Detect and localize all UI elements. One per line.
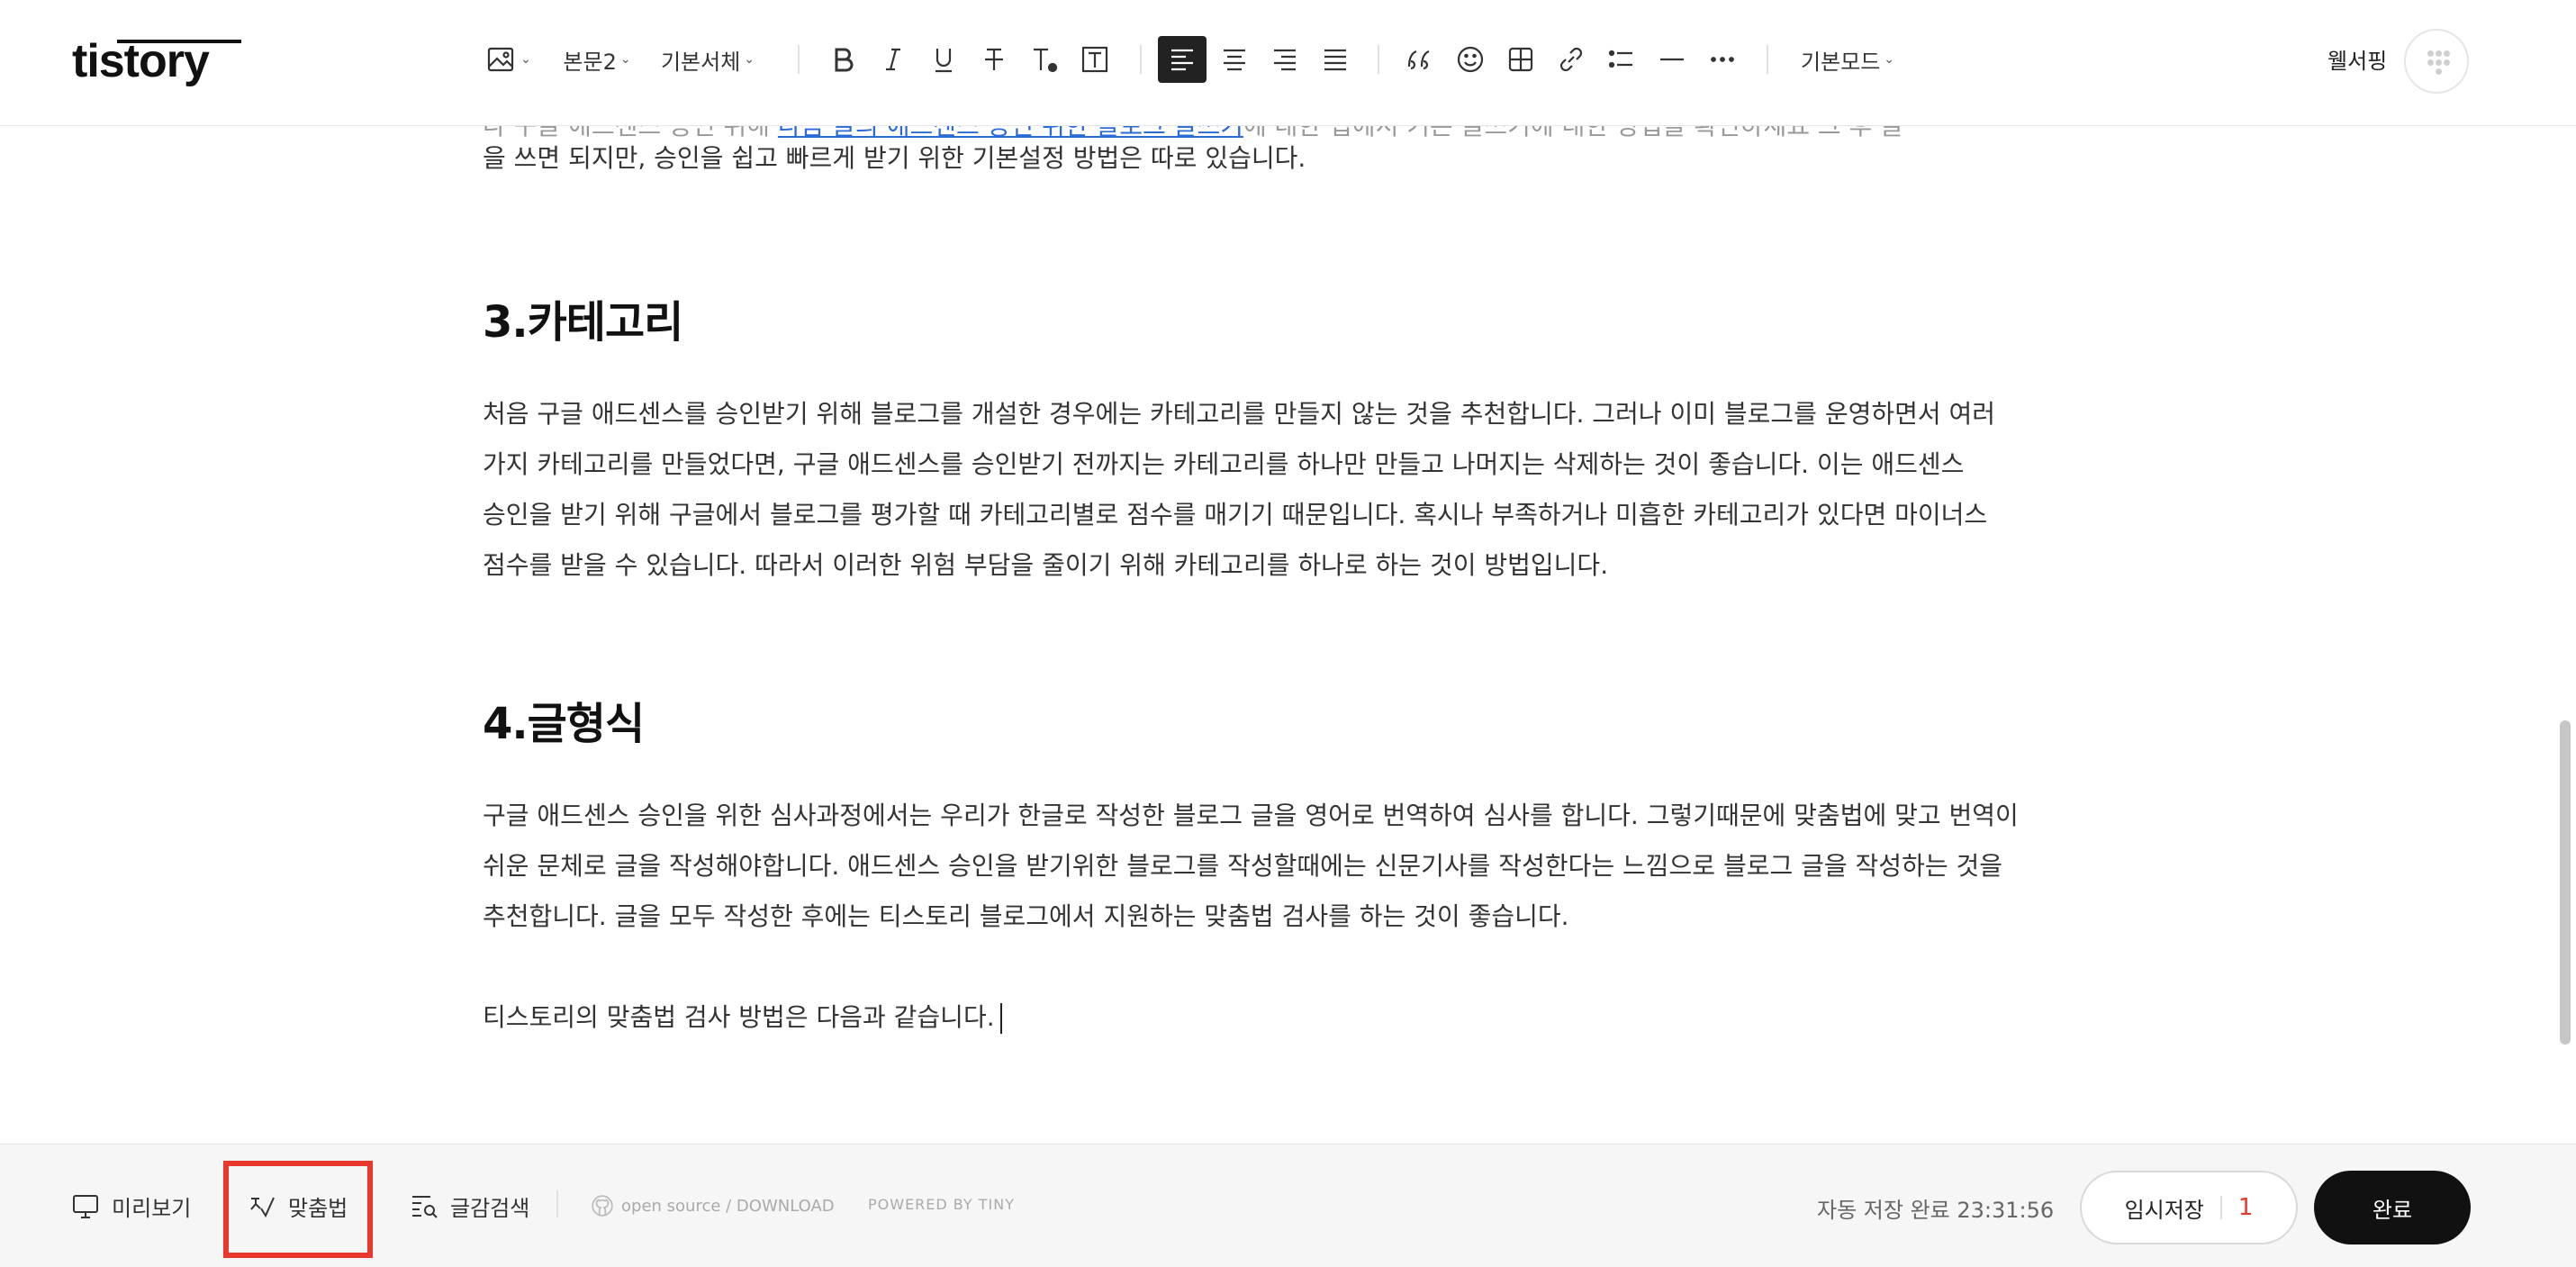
table-button[interactable] (1498, 36, 1543, 83)
editor-mode-label: 기본모드 (1800, 49, 1881, 75)
quote-icon (1407, 50, 1430, 70)
username: 웰서핑 (2327, 49, 2388, 74)
scrollbar-thumb[interactable] (2560, 720, 2571, 1045)
italic-icon (886, 48, 900, 71)
strikethrough-icon (985, 48, 1003, 70)
table-icon (1508, 47, 1533, 72)
paragraph-format: 구글 애드센스 승인을 위한 심사과정에서는 우리가 한글로 작성한 블로그 글… (483, 801, 2019, 931)
font-family-select[interactable]: 기본서체 ⌄ (655, 36, 760, 83)
editor-mode-select[interactable]: 기본모드 ⌄ (1794, 36, 1902, 83)
opensource-label: open source / DOWNLOAD (621, 1196, 835, 1216)
underline-icon (935, 49, 952, 73)
tistory-logo[interactable]: tistory (72, 34, 241, 88)
editor-toolbar: tistory ⌄ 본문2 ⌄ 기본서체 ⌄ 기본모드 ⌄ 웰서핑 (0, 0, 2576, 126)
strikethrough-button[interactable] (972, 36, 1016, 83)
paragraph-last: 티스토리의 맞춤법 검사 방법은 다음과 같습니다. (483, 992, 2031, 1043)
content-search-label: 글감검색 (450, 1195, 530, 1221)
link-button[interactable] (1549, 36, 1594, 83)
more-icon (1711, 57, 1734, 62)
insert-image-button[interactable]: ⌄ (483, 36, 533, 83)
link-icon (1559, 47, 1583, 72)
align-center-icon (1224, 49, 1245, 71)
publish-label: 완료 (2372, 1197, 2413, 1223)
editor-content[interactable]: 다 구글 애드센스 승인 위해 다음 글의 애드센스 승인 위한 블로그 글쓰기… (483, 126, 2031, 1144)
align-justify-button[interactable] (1313, 36, 1358, 83)
align-justify-icon (1324, 49, 1346, 71)
draft-count[interactable]: 1 (2238, 1194, 2254, 1221)
more-button[interactable] (1700, 36, 1745, 83)
autosave-status: 자동 저장 완료 23:31:56 (1817, 1198, 2055, 1223)
search-doc-icon (412, 1196, 438, 1218)
align-left-icon (1171, 49, 1193, 71)
align-right-button[interactable] (1262, 36, 1307, 83)
section-heading-format: 4.글형식 (483, 699, 645, 749)
text-color-button[interactable] (1023, 36, 1066, 83)
text-cursor (999, 1003, 1002, 1034)
emoji-icon (1457, 46, 1484, 73)
divider-icon (1660, 58, 1684, 61)
publish-button[interactable]: 완료 (2314, 1171, 2471, 1244)
align-center-button[interactable] (1212, 36, 1257, 83)
powered-by: POWERED BY TINY (868, 1196, 1015, 1213)
list-icon (1608, 50, 1632, 68)
opensource-link[interactable]: open source / DOWNLOAD (591, 1194, 835, 1217)
content-search-button[interactable]: 글감검색 (409, 1183, 529, 1228)
font-family-label: 기본서체 (660, 49, 741, 75)
last-line-text: 티스토리의 맞춤법 검사 방법은 다음과 같습니다. (483, 1002, 995, 1032)
list-button[interactable] (1599, 36, 1644, 83)
paragraph-tail: 을 쓰면 되지만, 승인을 쉽고 빠르게 받기 위한 기본설정 방법은 따로 있… (483, 143, 1306, 173)
divider-button[interactable] (1650, 36, 1695, 83)
align-left-button[interactable] (1158, 36, 1207, 83)
preview-button[interactable]: 미리보기 (70, 1183, 191, 1228)
github-icon (592, 1195, 613, 1217)
bold-button[interactable] (821, 36, 864, 83)
monitor-icon (73, 1195, 98, 1218)
scrollbar[interactable] (2554, 126, 2576, 1144)
italic-button[interactable] (872, 36, 915, 83)
text-background-icon (1081, 46, 1108, 73)
preview-label: 미리보기 (112, 1195, 192, 1221)
save-draft-label: 임시저장 (2124, 1197, 2204, 1223)
align-right-icon (1274, 49, 1296, 71)
quote-button[interactable] (1397, 36, 1442, 83)
save-draft-button[interactable]: 임시저장 1 (2080, 1171, 2298, 1244)
underline-button[interactable] (922, 36, 965, 83)
paragraph-style-label: 본문2 (563, 49, 617, 75)
paragraph-style-select[interactable]: 본문2 ⌄ (556, 36, 637, 83)
text-background-button[interactable] (1073, 36, 1116, 83)
section-heading-category: 3.카테고리 (483, 297, 683, 348)
emoji-button[interactable] (1448, 36, 1493, 83)
avatar[interactable] (2404, 29, 2469, 94)
text-color-icon (1034, 48, 1058, 73)
bold-icon (835, 48, 854, 72)
spellcheck-highlight-box (223, 1161, 373, 1258)
paragraph-category: 처음 구글 애드센스를 승인받기 위해 블로그를 개설한 경우에는 카테고리를 … (483, 399, 1996, 580)
image-icon (488, 47, 514, 72)
